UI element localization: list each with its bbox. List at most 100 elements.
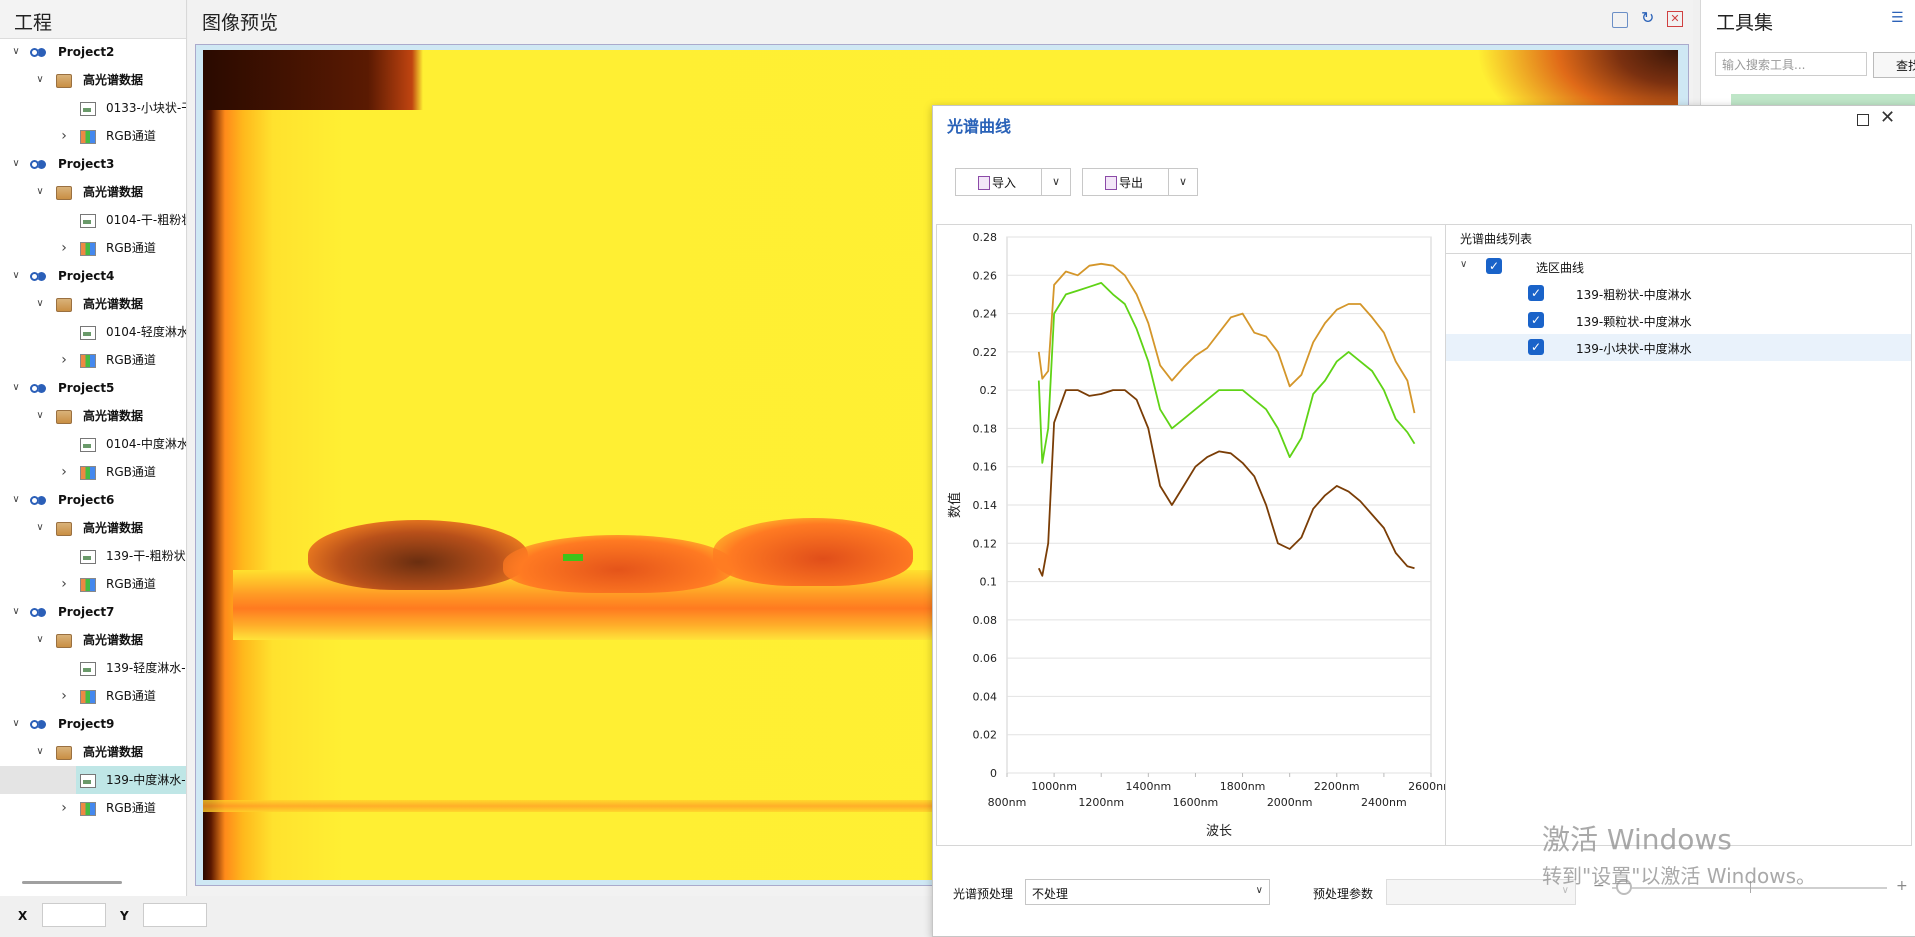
- export-button[interactable]: 导出: [1083, 169, 1169, 195]
- maximize-icon[interactable]: [1857, 114, 1869, 126]
- chevron-right-icon[interactable]: ›: [58, 682, 70, 710]
- rgb-channel-icon: [80, 802, 96, 816]
- chevron-down-icon[interactable]: ∨: [10, 486, 22, 514]
- close-icon[interactable]: ✕: [1880, 107, 1895, 128]
- tree-row-label: 高光谱数据: [83, 185, 144, 199]
- tree-row-label: 高光谱数据: [83, 409, 144, 423]
- close-preview-icon[interactable]: ✕: [1667, 11, 1683, 27]
- y-tick-label: 0.12: [973, 537, 998, 550]
- import-button[interactable]: 导入: [956, 169, 1042, 195]
- curve-label: 139-颗粒状-中度淋水: [1576, 315, 1692, 329]
- x-tick-label: 1000nm: [1031, 780, 1077, 793]
- import-dropdown-chevron-icon[interactable]: ∨: [1042, 169, 1070, 195]
- chevron-right-icon[interactable]: ›: [58, 458, 70, 486]
- spectral-chart: 0 0.02 0.04 0.06 0.08 0.1 0.12 0.14 0.16 0.18 0.2 0…: [936, 224, 1454, 846]
- chevron-right-icon[interactable]: ›: [58, 346, 70, 374]
- rgb-channel-icon: [80, 354, 96, 368]
- tree-row[interactable]: ∨ Project6: [0, 486, 186, 514]
- tool-search-button[interactable]: 查找: [1873, 52, 1915, 78]
- hyperspectral-data-icon: [56, 746, 72, 760]
- tree-row[interactable]: › RGB通道: [0, 682, 186, 710]
- curve-list-item[interactable]: ✓ 139-颗粒状-中度淋水: [1446, 307, 1911, 334]
- tree-row[interactable]: ∨ Project4: [0, 262, 186, 290]
- tree-row[interactable]: 0104-干-粗粉状: [0, 206, 186, 234]
- chevron-down-icon[interactable]: ∨: [34, 626, 46, 654]
- curve-group-row[interactable]: ∨ ✓ 选区曲线: [1446, 253, 1911, 280]
- rgb-channel-icon: [80, 690, 96, 704]
- tool-search-input[interactable]: 输入搜索工具...: [1715, 52, 1867, 76]
- tree-row[interactable]: › RGB通道: [0, 122, 186, 150]
- tree-row[interactable]: › RGB通道: [0, 234, 186, 262]
- chevron-down-icon[interactable]: ∨: [34, 66, 46, 94]
- tree-row[interactable]: ∨ Project2: [0, 38, 186, 66]
- horizontal-scrollbar[interactable]: [22, 881, 122, 884]
- tree-row[interactable]: ∨ 高光谱数据: [0, 178, 186, 206]
- chevron-down-icon[interactable]: ∨: [10, 262, 22, 290]
- x-axis-label: 波长: [1206, 824, 1232, 839]
- y-tick-label: 0.22: [973, 346, 998, 359]
- curve-checkbox[interactable]: ✓: [1528, 312, 1544, 328]
- y-coordinate-input[interactable]: [143, 903, 207, 927]
- tree-row[interactable]: › RGB通道: [0, 346, 186, 374]
- group-checkbox[interactable]: ✓: [1486, 258, 1502, 274]
- x-coordinate-input[interactable]: [42, 903, 106, 927]
- zoom-in-icon[interactable]: +: [1896, 878, 1908, 894]
- tree-row[interactable]: 0133-小块状-干: [0, 94, 186, 122]
- tree-row[interactable]: ∨ 高光谱数据: [0, 402, 186, 430]
- chevron-down-icon[interactable]: ∨: [10, 598, 22, 626]
- chevron-right-icon[interactable]: ›: [58, 570, 70, 598]
- chevron-down-icon[interactable]: ∨: [34, 178, 46, 206]
- group-chevron-down-icon[interactable]: ∨: [1460, 259, 1467, 270]
- tree-row-label: RGB通道: [106, 353, 156, 367]
- tree-row-label: RGB通道: [106, 241, 156, 255]
- curve-checkbox[interactable]: ✓: [1528, 339, 1544, 355]
- preprocess-value: 不处理: [1032, 887, 1069, 901]
- chevron-down-icon[interactable]: ∨: [34, 402, 46, 430]
- toolset-menu-icon[interactable]: ☰: [1891, 10, 1904, 26]
- project-icon: [30, 720, 39, 729]
- curve-list-item[interactable]: ✓ 139-小块状-中度淋水: [1446, 334, 1911, 361]
- project-icon: [30, 48, 39, 57]
- tree-row[interactable]: 0104-轻度淋水: [0, 318, 186, 346]
- tree-row[interactable]: › RGB通道: [0, 570, 186, 598]
- chevron-down-icon[interactable]: ∨: [34, 514, 46, 542]
- tree-row[interactable]: ∨ Project3: [0, 150, 186, 178]
- tree-row[interactable]: ∨ Project9: [0, 710, 186, 738]
- fit-view-icon[interactable]: [1612, 12, 1628, 28]
- roi-marker[interactable]: [563, 554, 583, 561]
- project-icon: [30, 160, 39, 169]
- chevron-right-icon[interactable]: ›: [58, 794, 70, 822]
- tree-row[interactable]: ∨ 高光谱数据: [0, 738, 186, 766]
- tree-row[interactable]: 139-轻度淋水-: [0, 654, 186, 682]
- windows-activation-watermark-text: 转到"设置"以激活 Windows。: [1542, 864, 1817, 888]
- chevron-right-icon[interactable]: ›: [58, 234, 70, 262]
- tree-row[interactable]: ∨ 高光谱数据: [0, 66, 186, 94]
- tree-row[interactable]: ∨ 高光谱数据: [0, 290, 186, 318]
- tree-row[interactable]: 139-中度淋水-: [0, 766, 186, 794]
- curve-checkbox[interactable]: ✓: [1528, 285, 1544, 301]
- tree-row-label: 高光谱数据: [83, 745, 144, 759]
- chevron-down-icon[interactable]: ∨: [10, 38, 22, 66]
- tree-row[interactable]: › RGB通道: [0, 458, 186, 486]
- export-dropdown-chevron-icon[interactable]: ∨: [1169, 169, 1197, 195]
- project-icon: [30, 608, 39, 617]
- tree-row[interactable]: ∨ Project7: [0, 598, 186, 626]
- tree-row[interactable]: ∨ 高光谱数据: [0, 626, 186, 654]
- chevron-right-icon[interactable]: ›: [58, 122, 70, 150]
- chevron-down-icon[interactable]: ∨: [10, 150, 22, 178]
- chevron-down-icon[interactable]: ∨: [10, 710, 22, 738]
- curve-list-item[interactable]: ✓ 139-粗粉状-中度淋水: [1446, 280, 1911, 307]
- tree-row[interactable]: ∨ Project5: [0, 374, 186, 402]
- tree-row[interactable]: 0104-中度淋水: [0, 430, 186, 458]
- tree-row-label: 高光谱数据: [83, 297, 144, 311]
- refresh-icon[interactable]: ↻: [1641, 8, 1654, 27]
- tree-row[interactable]: › RGB通道: [0, 794, 186, 822]
- preprocess-select[interactable]: 不处理 ∨: [1025, 879, 1270, 905]
- import-split-button: 导入 ∨: [955, 168, 1071, 196]
- chevron-down-icon[interactable]: ∨: [34, 290, 46, 318]
- tree-row[interactable]: ∨ 高光谱数据: [0, 514, 186, 542]
- chevron-down-icon[interactable]: ∨: [10, 374, 22, 402]
- chevron-down-icon[interactable]: ∨: [34, 738, 46, 766]
- hyperspectral-data-icon: [56, 74, 72, 88]
- tree-row[interactable]: 139-干-粗粉状: [0, 542, 186, 570]
